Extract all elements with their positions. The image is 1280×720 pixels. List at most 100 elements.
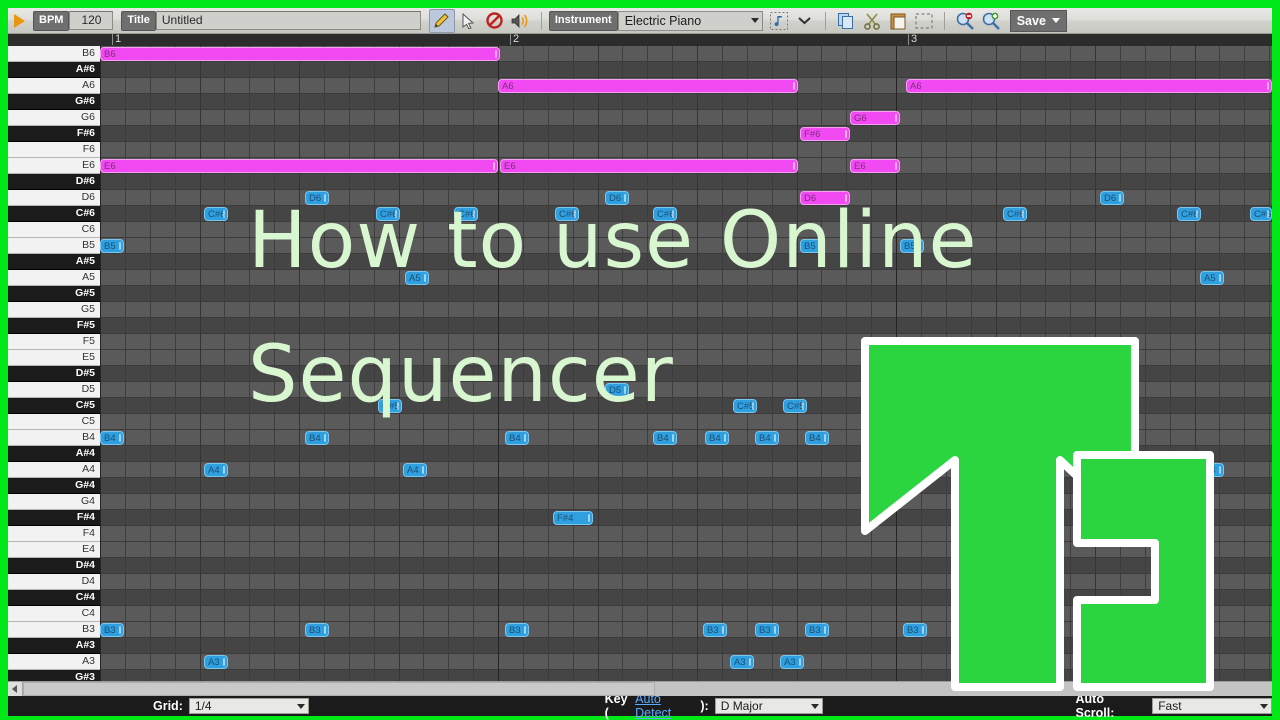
key-select[interactable]: D Major bbox=[714, 698, 823, 714]
piano-key-As3[interactable]: A#3 bbox=[8, 638, 100, 654]
note-B4[interactable]: B4 bbox=[705, 431, 729, 445]
note-G6[interactable]: G6 bbox=[850, 111, 900, 125]
piano-key-Cs5[interactable]: C#5 bbox=[8, 398, 100, 414]
piano-key-Ds5[interactable]: D#5 bbox=[8, 366, 100, 382]
note-D6[interactable]: D6 bbox=[1100, 191, 1124, 205]
piano-key-A3[interactable]: A3 bbox=[8, 654, 100, 670]
piano-key-D4[interactable]: D4 bbox=[8, 574, 100, 590]
note-A3[interactable]: A3 bbox=[780, 655, 804, 669]
piano-key-G6[interactable]: G6 bbox=[8, 110, 100, 126]
note-E6[interactable]: E6 bbox=[850, 159, 900, 173]
piano-key-G5[interactable]: G5 bbox=[8, 302, 100, 318]
piano-key-E6[interactable]: E6 bbox=[8, 158, 100, 174]
note-Cs5[interactable]: C#5 bbox=[733, 399, 757, 413]
note-A3[interactable]: A3 bbox=[730, 655, 754, 669]
note-B6[interactable]: B6 bbox=[100, 47, 500, 61]
note-B4[interactable]: B4 bbox=[100, 431, 124, 445]
note-A3[interactable]: A3 bbox=[204, 655, 228, 669]
note-D5[interactable]: D5 bbox=[605, 383, 629, 397]
piano-key-B6[interactable]: B6 bbox=[8, 46, 100, 62]
play-icon[interactable] bbox=[14, 13, 25, 28]
pencil-tool-icon[interactable] bbox=[428, 8, 455, 33]
note-B4[interactable]: B4 bbox=[653, 431, 677, 445]
note-settings-icon[interactable] bbox=[767, 10, 791, 32]
note-A6[interactable]: A6 bbox=[498, 79, 798, 93]
note-Cs5[interactable]: C#5 bbox=[378, 399, 402, 413]
piano-key-B4[interactable]: B4 bbox=[8, 430, 100, 446]
piano-key-D5[interactable]: D5 bbox=[8, 382, 100, 398]
volume-icon[interactable] bbox=[509, 10, 533, 32]
note-Cs6[interactable]: C#6 bbox=[1177, 207, 1201, 221]
piano-key-Gs5[interactable]: G#5 bbox=[8, 286, 100, 302]
piano-key-Gs4[interactable]: G#4 bbox=[8, 478, 100, 494]
copy-icon[interactable] bbox=[834, 10, 858, 32]
grid-row[interactable] bbox=[100, 126, 1272, 142]
grid-row[interactable] bbox=[100, 94, 1272, 110]
measure-ruler[interactable]: 1 2 3 bbox=[8, 34, 1272, 46]
grid-row[interactable] bbox=[100, 222, 1272, 238]
note-Cs6[interactable]: C#6 bbox=[376, 207, 400, 221]
grid-row[interactable] bbox=[100, 206, 1272, 222]
note-D6[interactable]: D6 bbox=[305, 191, 329, 205]
grid-row[interactable] bbox=[100, 302, 1272, 318]
note-Cs5[interactable]: C#5 bbox=[783, 399, 807, 413]
grid-row[interactable] bbox=[100, 286, 1272, 302]
note-Cs6[interactable]: C#6 bbox=[1250, 207, 1272, 221]
piano-key-A5[interactable]: A5 bbox=[8, 270, 100, 286]
piano-key-C5[interactable]: C5 bbox=[8, 414, 100, 430]
note-B4[interactable]: B4 bbox=[805, 431, 829, 445]
piano-key-Gs6[interactable]: G#6 bbox=[8, 94, 100, 110]
piano-key-As4[interactable]: A#4 bbox=[8, 446, 100, 462]
grid-row[interactable] bbox=[100, 238, 1272, 254]
note-A4[interactable]: A4 bbox=[403, 463, 427, 477]
piano-key-A6[interactable]: A6 bbox=[8, 78, 100, 94]
bpm-input[interactable]: 120 bbox=[69, 11, 114, 30]
note-B3[interactable]: B3 bbox=[305, 623, 329, 637]
note-Cs6[interactable]: C#6 bbox=[454, 207, 478, 221]
cursor-tool-icon[interactable] bbox=[457, 10, 481, 32]
save-button[interactable]: Save bbox=[1009, 9, 1067, 32]
scroll-left-arrow[interactable] bbox=[8, 682, 23, 696]
note-Fs6[interactable]: F#6 bbox=[800, 127, 850, 141]
note-E6[interactable]: E6 bbox=[500, 159, 798, 173]
note-Cs6[interactable]: C#6 bbox=[1003, 207, 1027, 221]
note-A6[interactable]: A6 bbox=[906, 79, 1272, 93]
piano-key-Fs4[interactable]: F#4 bbox=[8, 510, 100, 526]
piano-key-Cs6[interactable]: C#6 bbox=[8, 206, 100, 222]
grid-select[interactable]: 1/4 bbox=[188, 698, 309, 714]
note-B5[interactable]: B5 bbox=[900, 239, 924, 253]
note-Cs6[interactable]: C#6 bbox=[555, 207, 579, 221]
grid-row[interactable] bbox=[100, 174, 1272, 190]
grid-row[interactable] bbox=[100, 270, 1272, 286]
piano-key-B3[interactable]: B3 bbox=[8, 622, 100, 638]
note-A4[interactable]: A4 bbox=[204, 463, 228, 477]
note-Cs6[interactable]: C#6 bbox=[204, 207, 228, 221]
cut-icon[interactable] bbox=[860, 10, 884, 32]
piano-key-As5[interactable]: A#5 bbox=[8, 254, 100, 270]
note-B4[interactable]: B4 bbox=[755, 431, 779, 445]
note-B3[interactable]: B3 bbox=[755, 623, 779, 637]
piano-key-F5[interactable]: F5 bbox=[8, 334, 100, 350]
grid-row[interactable] bbox=[100, 62, 1272, 78]
piano-key-Cs4[interactable]: C#4 bbox=[8, 590, 100, 606]
note-Fs4[interactable]: F#4 bbox=[553, 511, 593, 525]
grid-row[interactable] bbox=[100, 254, 1272, 270]
grid-row[interactable] bbox=[100, 142, 1272, 158]
piano-key-Fs5[interactable]: F#5 bbox=[8, 318, 100, 334]
note-B3[interactable]: B3 bbox=[505, 623, 529, 637]
piano-key-Ds6[interactable]: D#6 bbox=[8, 174, 100, 190]
note-D6[interactable]: D6 bbox=[605, 191, 629, 205]
note-B3[interactable]: B3 bbox=[805, 623, 829, 637]
paste-icon[interactable] bbox=[886, 10, 910, 32]
autoscroll-select[interactable]: Fast bbox=[1152, 698, 1272, 714]
delete-tool-icon[interactable] bbox=[483, 10, 507, 32]
note-D6[interactable]: D6 bbox=[800, 191, 850, 205]
piano-key-Ds4[interactable]: D#4 bbox=[8, 558, 100, 574]
note-Cs6[interactable]: C#6 bbox=[653, 207, 677, 221]
note-B4[interactable]: B4 bbox=[505, 431, 529, 445]
piano-key-As6[interactable]: A#6 bbox=[8, 62, 100, 78]
note-B3[interactable]: B3 bbox=[100, 623, 124, 637]
scrollbar-thumb[interactable] bbox=[23, 682, 655, 696]
note-A5[interactable]: A5 bbox=[1200, 271, 1224, 285]
piano-key-E5[interactable]: E5 bbox=[8, 350, 100, 366]
